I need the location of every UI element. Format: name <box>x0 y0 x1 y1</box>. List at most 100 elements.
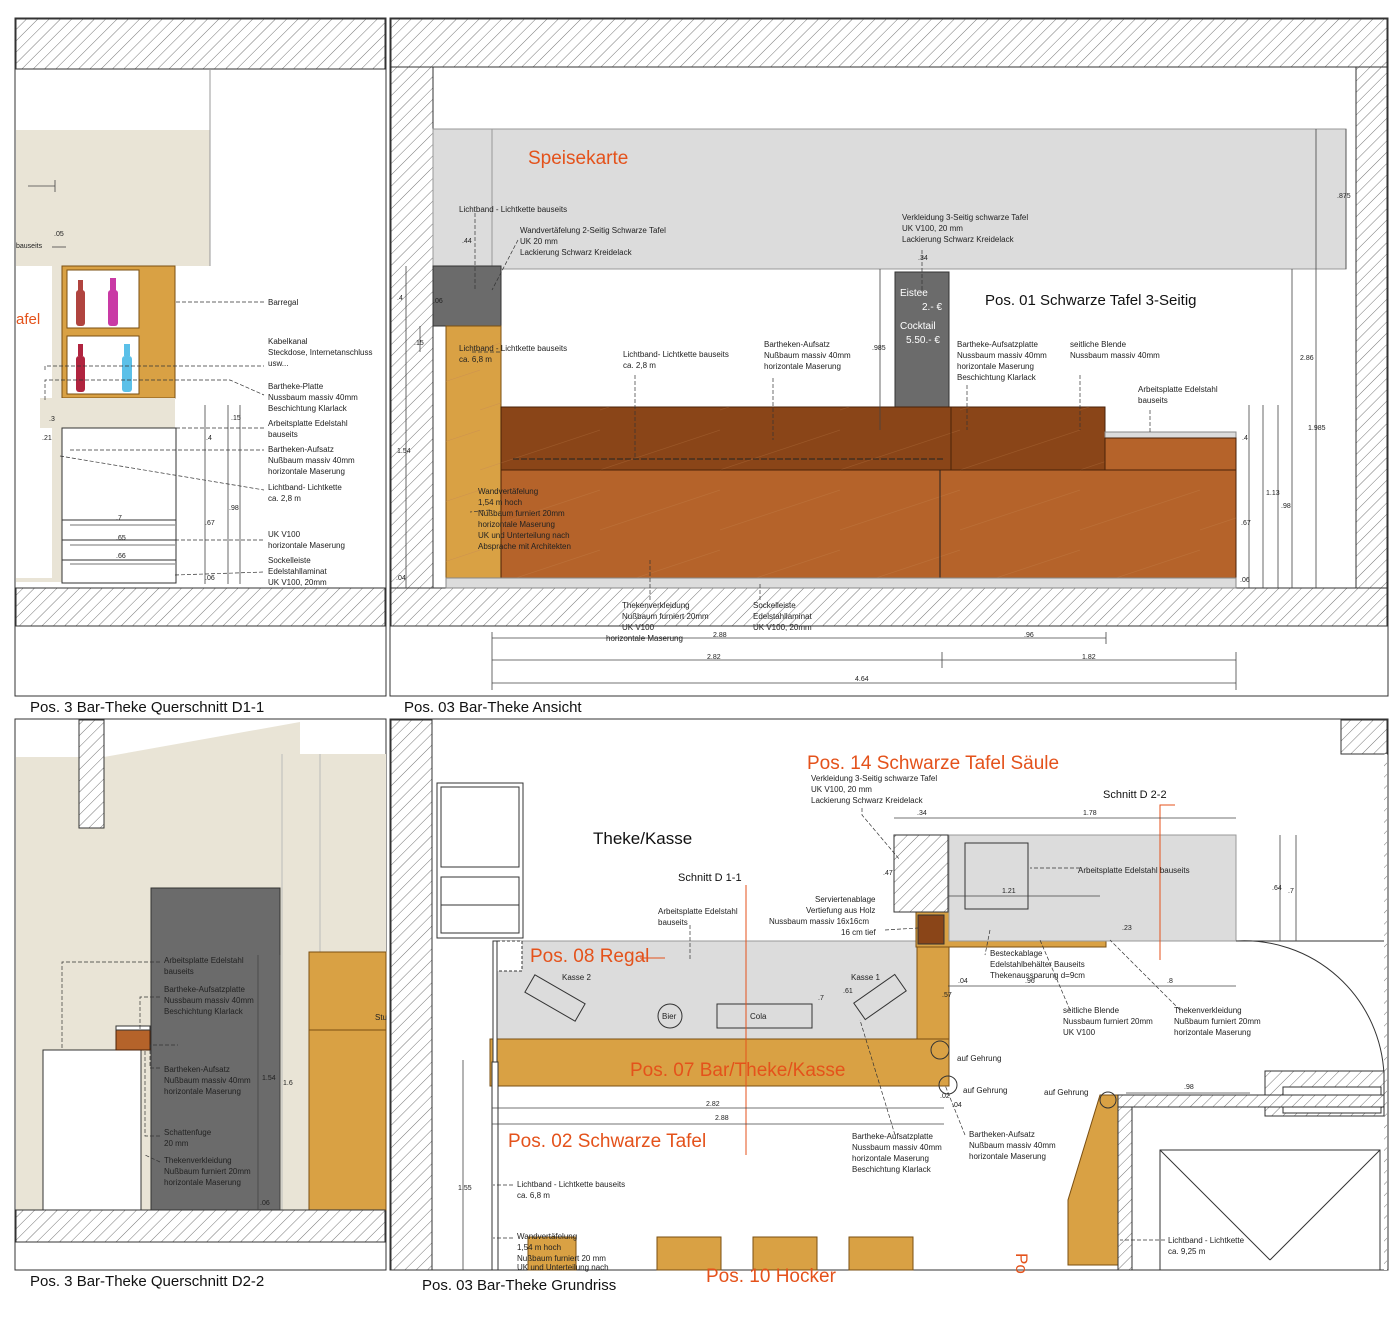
note: Beschichtung Klarlack <box>164 1007 244 1016</box>
note: Bartheke-Aufsatzplatte <box>164 985 245 994</box>
note: Nußbaum furniert 20mm <box>478 509 565 518</box>
note-uk-2: horizontale Maserung <box>268 541 345 550</box>
note: Bartheken-Aufsatz <box>969 1130 1035 1139</box>
note: Thekenverkleidung <box>622 601 690 610</box>
dim: .98 <box>229 505 239 512</box>
note: UK V100, 20 mm <box>902 224 963 233</box>
note-licht-1: Lichtband- Lichtkette <box>268 483 342 492</box>
note-sockel-2: Edelstahllaminat <box>268 567 327 576</box>
note: horizontale Maserung <box>957 362 1034 371</box>
note-sockel-1: Sockelleiste <box>268 556 311 565</box>
sockel <box>445 577 1237 589</box>
note: Absprache mit Architekten <box>478 542 571 551</box>
note: Nußbaum massiv 40mm <box>764 351 851 360</box>
caption-ansicht: Pos. 03 Bar-Theke Ansicht <box>404 699 582 716</box>
pos07-label: Pos. 07 Bar/Theke/Kasse <box>630 1060 845 1081</box>
caption-querschnitt-d1: Pos. 3 Bar-Theke Querschnitt D1-1 <box>30 699 265 716</box>
dim: .44 <box>462 238 472 245</box>
dim: .05 <box>54 231 64 238</box>
dim: 1.54 <box>262 1075 276 1082</box>
dim: .06 <box>433 298 443 305</box>
label-fragment-tafel: afel <box>16 311 40 328</box>
dim: .61 <box>843 988 853 995</box>
note: auf Gehrung <box>1044 1088 1088 1097</box>
theke-kasse-label: Theke/Kasse <box>593 829 692 848</box>
note: Wandvertäfelung 2-Seitig Schwarze Tafel <box>520 226 666 235</box>
note: Nussbaum massiv 40mm <box>852 1143 942 1152</box>
note-kabel-1: Kabelkanal <box>268 337 308 346</box>
note: Beschichtung Klarlack <box>852 1165 932 1174</box>
note: Nussbaum furniert 20mm <box>1063 1017 1153 1026</box>
note: Arbeitsplatte Edelstahl <box>1138 385 1218 394</box>
dim: .875 <box>1337 193 1351 200</box>
note: Nußbaum furniert 20mm <box>164 1167 251 1176</box>
dim: .57 <box>942 992 952 999</box>
dim: .3 <box>49 416 55 423</box>
dim: .7 <box>1288 888 1294 895</box>
dim: 2.86 <box>1300 355 1314 362</box>
dim: 1.82 <box>1082 654 1096 661</box>
note-kabel-2: Steckdose, Internetanschluss <box>268 348 373 357</box>
dim: 1.78 <box>1083 810 1097 817</box>
note: Nußbaum massiv 40mm <box>969 1141 1056 1150</box>
arbeitsplatte-steel <box>1104 431 1237 439</box>
black-tafel-left <box>432 265 502 327</box>
dim: .34 <box>918 255 928 262</box>
floor-hatch <box>390 587 1388 627</box>
schnitt-d22-label: Schnitt D 2-2 <box>1103 789 1167 801</box>
note: Lichtband - Lichtkette bauseits <box>459 344 567 353</box>
note: seitliche Blende <box>1070 340 1127 349</box>
note: Edelstahlbehälter Bauseits <box>990 960 1085 969</box>
note: horizontale Maserung <box>164 1087 241 1096</box>
note: horizontale Maserung <box>606 634 683 643</box>
note: UK V100 <box>622 623 655 632</box>
note: Edelstahllaminat <box>753 612 812 621</box>
panel-grundriss: Kasse 2 Kasse 1 Bier Cola .34 1.78 .47 1… <box>389 718 1389 1287</box>
dim: 2.88 <box>713 632 727 639</box>
column-plan <box>893 834 949 913</box>
note-arbeit-1: Arbeitsplatte Edelstahl <box>268 419 348 428</box>
side-counter <box>42 1049 142 1211</box>
pos-fragment-label: Po <box>1012 1253 1031 1274</box>
schnitt-d11-label: Schnitt D 1-1 <box>678 872 742 884</box>
note-arbeit-2: bauseits <box>268 430 298 439</box>
dim: .96 <box>1024 632 1034 639</box>
caption-grundriss: Pos. 03 Bar-Theke Grundriss <box>422 1277 617 1294</box>
dim: 2.82 <box>707 654 721 661</box>
drawing-sheet: .05 .3 .21 .15 .4 .98 .67 .7 .65 .66 .06… <box>14 17 1389 1287</box>
pos10-label: Pos. 10 Hocker <box>706 1266 837 1287</box>
dim: .06 <box>205 575 215 582</box>
note: Nußbaum furniert 20 mm <box>517 1254 606 1263</box>
dim: .98 <box>1184 1084 1194 1091</box>
dim: .67 <box>205 520 215 527</box>
dim: 1.985 <box>1308 425 1326 432</box>
note-barregal: Barregal <box>268 298 298 307</box>
floor-hatch <box>15 587 386 627</box>
note-licht-2: ca. 2,8 m <box>268 494 301 503</box>
dim: .21 <box>42 435 52 442</box>
dim: .04 <box>958 978 968 985</box>
note: horizontale Maserung <box>764 362 841 371</box>
dim: .64 <box>1272 885 1282 892</box>
note-kabel-3: usw... <box>268 359 288 368</box>
note: ca. 9,25 m <box>1168 1247 1206 1256</box>
bier-label: Bier <box>662 1012 677 1021</box>
dim: .985 <box>872 345 886 352</box>
menu-item: Eistee <box>900 288 928 299</box>
note: ca. 2,8 m <box>623 361 656 370</box>
note: Nussbaum massiv 16x16cm <box>769 917 869 926</box>
note: bauseits <box>1138 396 1168 405</box>
note: Wandvertäfelung <box>517 1232 577 1241</box>
note: Lackierung Schwarz Kreidelack <box>520 248 633 257</box>
right-wall-hatch <box>1340 719 1388 755</box>
pos02-label: Pos. 02 Schwarze Tafel <box>508 1131 706 1152</box>
note: Vertiefung aus Holz <box>806 906 875 915</box>
note: 1,54 m hoch <box>517 1243 561 1252</box>
note: Sockelleiste <box>753 601 796 610</box>
cabinet-right <box>308 951 387 1211</box>
dim: .8 <box>1167 978 1173 985</box>
note: Serviertenablage <box>815 895 876 904</box>
dim: .23 <box>1122 925 1132 932</box>
note: UK und Unterteilung nach <box>478 531 570 540</box>
note-aufsatz-1: Bartheken-Aufsatz <box>268 445 334 454</box>
